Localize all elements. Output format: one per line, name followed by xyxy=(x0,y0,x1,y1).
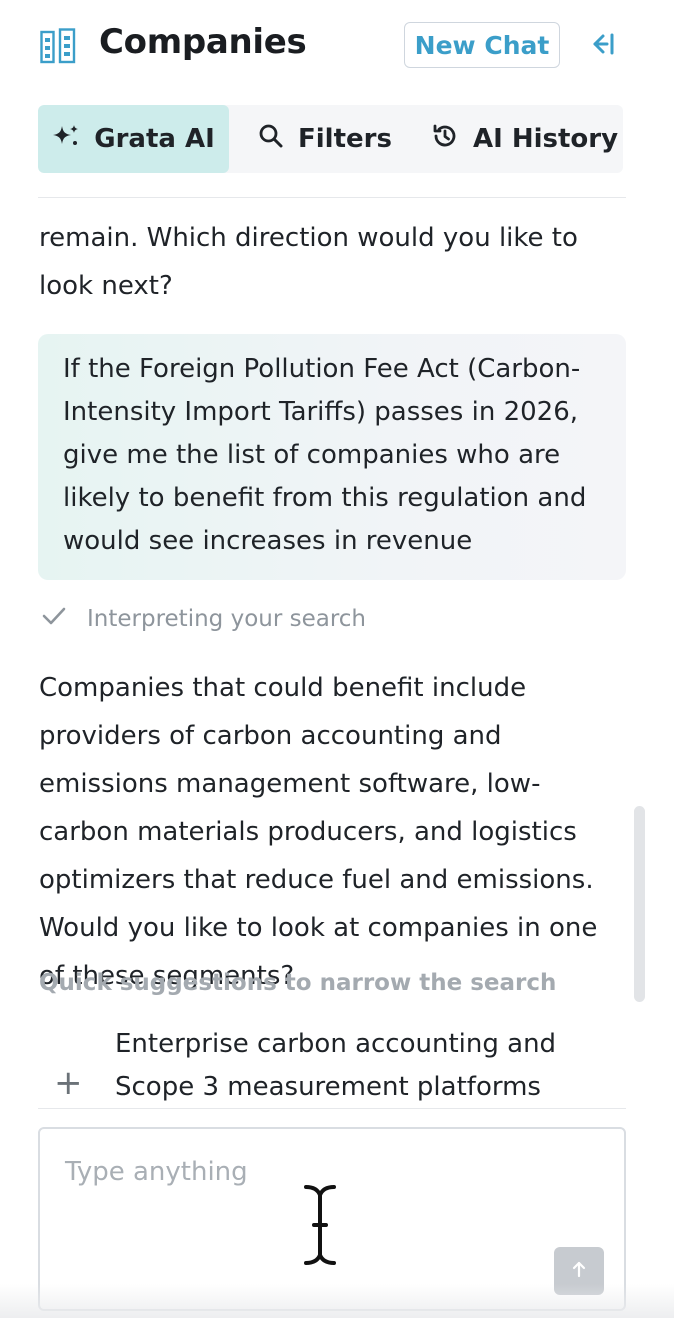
suggestion-text: Enterprise carbon accounting and Scope 3… xyxy=(115,1029,557,1102)
search-status: Interpreting your search xyxy=(41,606,366,632)
plus-icon: + xyxy=(54,1063,83,1103)
header: Companies New Chat xyxy=(0,0,674,96)
collapse-left-icon xyxy=(590,32,616,60)
page-title: Companies xyxy=(99,22,307,62)
chat-thread: remain. Which direction would you like t… xyxy=(0,198,674,1110)
chat-scrollbar[interactable] xyxy=(634,806,645,1002)
tab-filters-label: Filters xyxy=(298,124,392,154)
tab-grata-ai[interactable]: Grata AI xyxy=(38,105,229,173)
search-status-label: Interpreting your search xyxy=(87,606,367,632)
tab-filters[interactable]: Filters xyxy=(258,105,392,173)
user-message: If the Foreign Pollution Fee Act (Carbon… xyxy=(38,334,626,580)
send-button[interactable] xyxy=(554,1247,604,1295)
assistant-message: Companies that could benefit include pro… xyxy=(39,673,598,991)
assistant-message-tail: remain. Which direction would you like t… xyxy=(39,223,578,301)
suggestions-heading: Quick suggestions to narrow the search xyxy=(39,970,557,996)
check-icon xyxy=(41,606,87,632)
companies-building-icon xyxy=(40,28,76,64)
collapse-panel-button[interactable] xyxy=(586,29,620,63)
chat-input-placeholder: Type anything xyxy=(65,1157,248,1187)
tab-ai-history-label: AI History xyxy=(473,124,619,154)
history-icon xyxy=(431,122,473,157)
tab-grata-ai-label: Grata AI xyxy=(94,124,215,154)
search-icon xyxy=(258,123,298,156)
new-chat-button[interactable]: New Chat xyxy=(404,22,560,68)
arrow-up-icon xyxy=(570,1259,588,1283)
tab-ai-history[interactable]: AI History xyxy=(431,105,618,173)
suggestion-item[interactable]: + Enterprise carbon accounting and Scope… xyxy=(38,1024,626,1109)
text-cursor-icon xyxy=(300,1182,340,1271)
mode-tabs: Grata AI Filters AI History xyxy=(38,105,623,173)
sparkle-icon xyxy=(52,123,94,156)
